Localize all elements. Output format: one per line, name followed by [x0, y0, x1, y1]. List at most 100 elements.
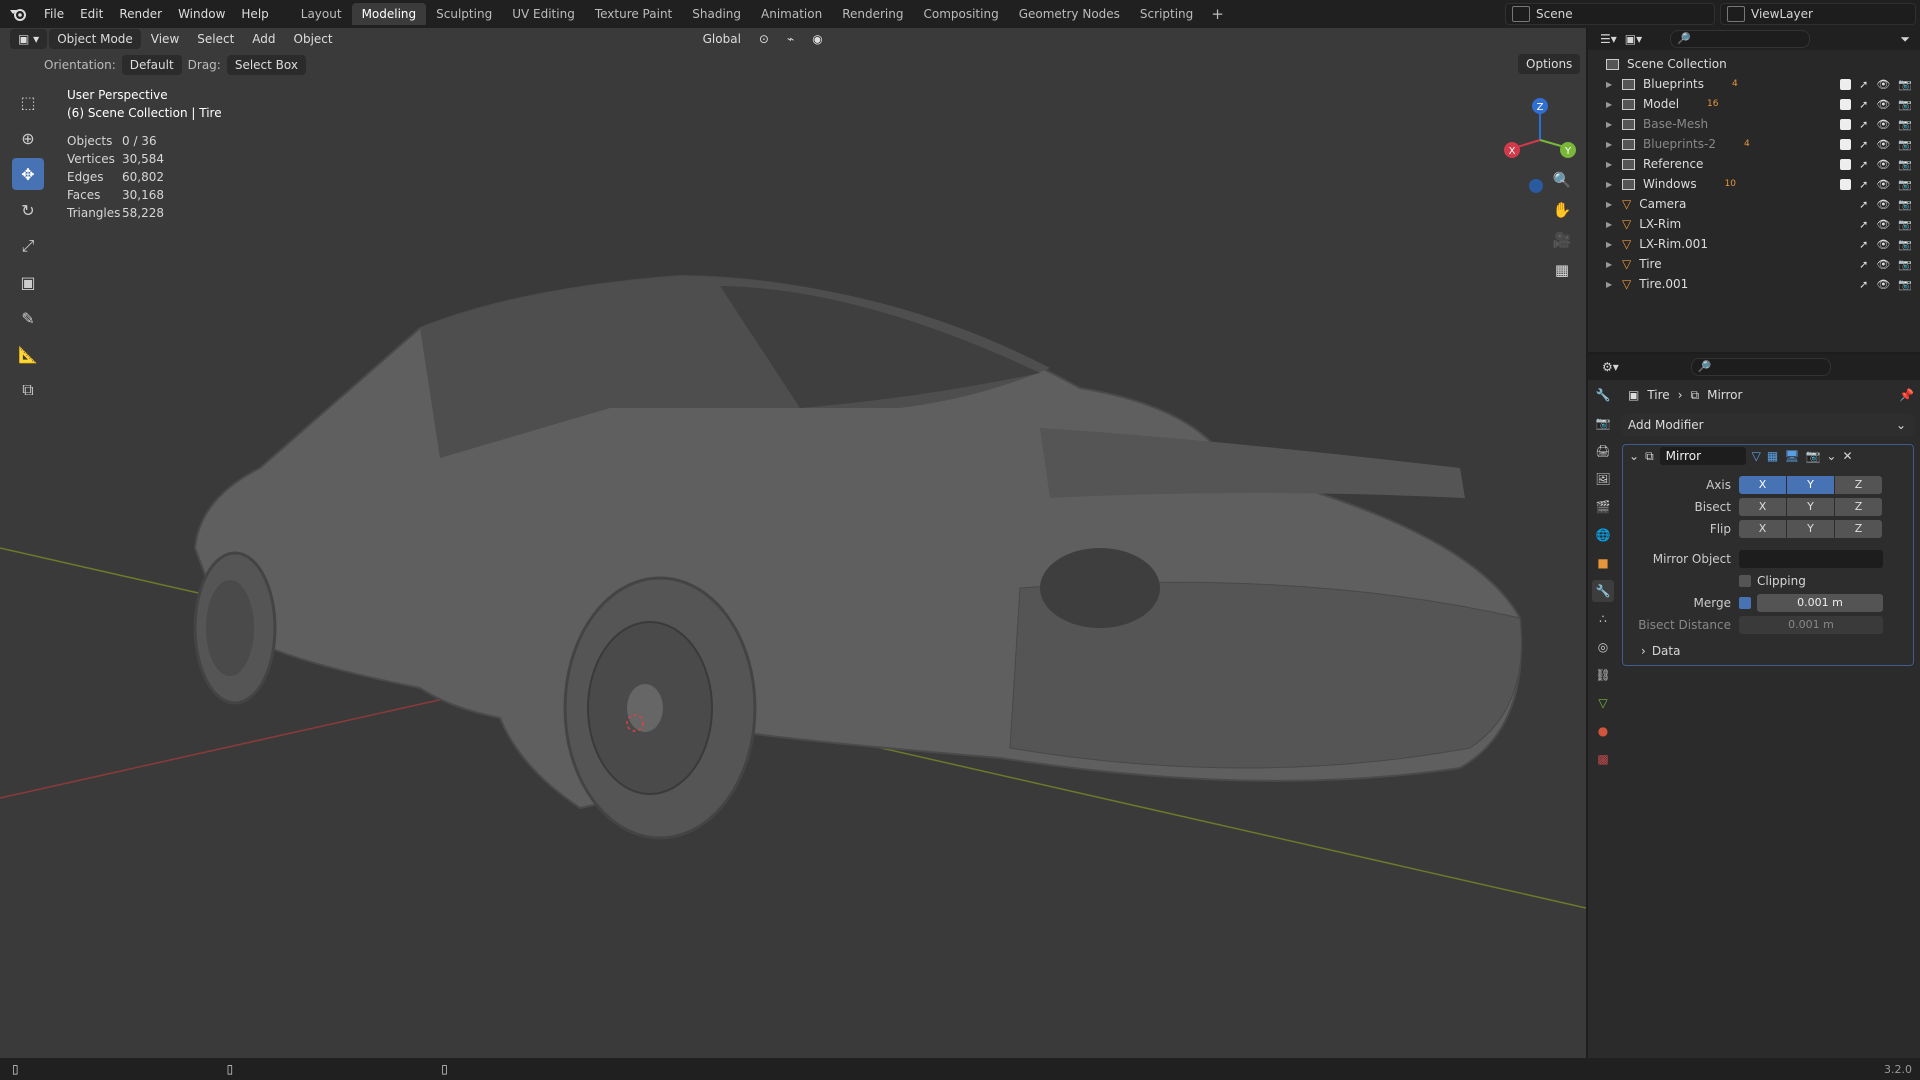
expand-arrow-icon[interactable]: ▶ — [1606, 240, 1616, 249]
blender-logo-icon[interactable] — [0, 0, 36, 28]
render-camera-icon[interactable]: 📷 — [1898, 278, 1912, 291]
tab-compositing[interactable]: Compositing — [913, 3, 1008, 25]
visibility-eye-icon[interactable]: 👁 — [1876, 178, 1890, 191]
menu-edit[interactable]: Edit — [72, 0, 111, 28]
outliner-row-tire[interactable]: ▶ ▽ Tire ➚ 👁 📷 — [1606, 254, 1920, 274]
viewport-toggle-icon[interactable]: 🖥 — [1784, 449, 1799, 463]
select-arrow-icon[interactable]: ➚ — [1859, 238, 1868, 251]
merge-checkbox[interactable] — [1739, 597, 1751, 609]
render-camera-icon[interactable]: 📷 — [1898, 218, 1912, 231]
gizmo-z-label[interactable]: Z — [1537, 102, 1544, 113]
drag-dropdown[interactable]: Select Box — [226, 55, 306, 75]
3d-viewport[interactable]: ▣ ▾ Object Mode View Select Add Object G… — [0, 28, 1586, 1058]
outliner-row-lx-rim[interactable]: ▶ ▽ LX-Rim ➚ 👁 📷 — [1606, 214, 1920, 234]
mirror-object-field[interactable] — [1739, 550, 1883, 568]
object-tab-icon[interactable]: ■ — [1592, 552, 1614, 574]
render-camera-icon[interactable]: 📷 — [1898, 118, 1912, 131]
material-tab-icon[interactable]: ● — [1592, 720, 1614, 742]
data-subpanel[interactable]: › Data — [1623, 641, 1915, 661]
tab-uv-editing[interactable]: UV Editing — [502, 3, 585, 25]
outliner-row-lx-rim-001[interactable]: ▶ ▽ LX-Rim.001 ➚ 👁 📷 — [1606, 234, 1920, 254]
exclude-checkbox[interactable] — [1840, 178, 1852, 190]
transform-orientation-dropdown[interactable]: Global — [695, 29, 749, 49]
outliner-row-base-mesh[interactable]: ▶ Base-Mesh ➚ 👁 📷 — [1606, 114, 1920, 134]
exclude-checkbox[interactable] — [1840, 158, 1852, 170]
output-tab-icon[interactable]: 🖨 — [1592, 440, 1614, 462]
filter-icon[interactable]: ⏷ — [1900, 32, 1910, 47]
rotate-tool-icon[interactable]: ↻ — [12, 194, 44, 226]
expand-arrow-icon[interactable]: ▶ — [1606, 260, 1616, 269]
select-menu[interactable]: Select — [189, 29, 242, 49]
constraints-tab-icon[interactable]: ⛓ — [1592, 664, 1614, 686]
axis-y-toggle[interactable]: Y — [1787, 476, 1834, 494]
tab-sculpting[interactable]: Sculpting — [426, 3, 502, 25]
tab-modeling[interactable]: Modeling — [351, 3, 427, 25]
gizmo-y-label[interactable]: Y — [1564, 146, 1572, 157]
expand-arrow-icon[interactable]: ▶ — [1606, 220, 1616, 229]
exclude-checkbox[interactable] — [1840, 138, 1852, 150]
perspective-toggle-icon[interactable]: ▦ — [1548, 258, 1576, 282]
texture-tab-icon[interactable]: ▩ — [1592, 748, 1614, 770]
flip-y-toggle[interactable]: Y — [1787, 520, 1834, 538]
outliner-search-input[interactable]: 🔎 — [1670, 30, 1811, 48]
expand-arrow-icon[interactable]: ▶ — [1606, 80, 1616, 89]
add-modifier-dropdown[interactable]: Add Modifier ⌄ — [1622, 414, 1914, 436]
display-mode-icon[interactable]: ▣▾ — [1625, 32, 1642, 46]
expand-arrow-icon[interactable]: ▶ — [1606, 120, 1616, 129]
clipping-checkbox[interactable] — [1739, 575, 1751, 587]
orientation-dropdown[interactable]: Default — [121, 55, 182, 75]
visibility-eye-icon[interactable]: 👁 — [1876, 118, 1890, 131]
outliner-row-model[interactable]: ▶ Model 16 ➚ 👁 📷 — [1606, 94, 1920, 114]
outliner-row-reference[interactable]: ▶ Reference ➚ 👁 📷 — [1606, 154, 1920, 174]
physics-tab-icon[interactable]: ◎ — [1592, 636, 1614, 658]
view-layer-tab-icon[interactable]: 🖼 — [1592, 468, 1614, 490]
expand-arrow-icon[interactable]: ▶ — [1606, 180, 1616, 189]
visibility-eye-icon[interactable]: 👁 — [1876, 138, 1890, 151]
visibility-eye-icon[interactable]: 👁 — [1876, 78, 1890, 91]
options-dropdown[interactable]: Options — [1518, 54, 1581, 74]
add-workspace-button[interactable]: + — [1203, 5, 1232, 23]
select-arrow-icon[interactable]: ➚ — [1859, 118, 1868, 131]
snap-icon[interactable]: ⌁ — [779, 29, 802, 49]
scene-selector[interactable]: Scene — [1505, 3, 1715, 25]
render-camera-icon[interactable]: 📷 — [1898, 138, 1912, 151]
view-layer-selector[interactable]: ViewLayer — [1720, 3, 1916, 25]
mode-selector[interactable]: Object Mode — [49, 29, 141, 49]
collapse-chevron-icon[interactable]: ⌄ — [1629, 449, 1639, 463]
pivot-point-icon[interactable]: ⊙ — [751, 29, 777, 49]
axis-z-toggle[interactable]: Z — [1835, 476, 1882, 494]
outliner-row-camera[interactable]: ▶ ▽ Camera ➚ 👁 📷 — [1606, 194, 1920, 214]
expand-arrow-icon[interactable]: ▶ — [1606, 200, 1616, 209]
render-camera-icon[interactable]: 📷 — [1898, 198, 1912, 211]
expand-arrow-icon[interactable]: ▶ — [1606, 160, 1616, 169]
axis-x-toggle[interactable]: X — [1739, 476, 1786, 494]
world-tab-icon[interactable]: 🌐 — [1592, 524, 1614, 546]
render-camera-icon[interactable]: 📷 — [1898, 98, 1912, 111]
properties-search-input[interactable]: 🔎 — [1690, 358, 1831, 376]
editor-type-button[interactable]: ▣ ▾ — [10, 29, 48, 49]
select-arrow-icon[interactable]: ➚ — [1859, 98, 1868, 111]
outliner-row-blueprints[interactable]: ▶ Blueprints 4 ➚ 👁 📷 — [1606, 74, 1920, 94]
tab-texture-paint[interactable]: Texture Paint — [585, 3, 682, 25]
visibility-eye-icon[interactable]: 👁 — [1876, 278, 1890, 291]
object-menu[interactable]: Object — [286, 29, 341, 49]
scene-name[interactable]: Scene — [1536, 7, 1573, 21]
data-tab-icon[interactable]: ▽ — [1592, 692, 1614, 714]
menu-render[interactable]: Render — [111, 0, 170, 28]
tab-geometry-nodes[interactable]: Geometry Nodes — [1009, 3, 1130, 25]
render-camera-icon[interactable]: 📷 — [1898, 158, 1912, 171]
gizmo-x-label[interactable]: X — [1509, 146, 1516, 157]
scene-tab-icon[interactable]: 🎬 — [1592, 496, 1614, 518]
flip-z-toggle[interactable]: Z — [1835, 520, 1882, 538]
scale-tool-icon[interactable]: ⤢ — [12, 230, 44, 262]
bisect-y-toggle[interactable]: Y — [1787, 498, 1834, 516]
move-tool-icon[interactable]: ✥ — [12, 158, 44, 190]
render-tab-icon[interactable]: 📷 — [1592, 412, 1614, 434]
modifier-menu-icon[interactable]: ⌄ — [1826, 449, 1836, 463]
tab-scripting[interactable]: Scripting — [1130, 3, 1203, 25]
tool-tab-icon[interactable]: 🔧 — [1592, 384, 1614, 406]
cursor-tool-icon[interactable]: ⊕ — [12, 122, 44, 154]
menu-help[interactable]: Help — [233, 0, 276, 28]
tab-layout[interactable]: Layout — [291, 3, 352, 25]
modifier-tab-icon[interactable]: 🔧 — [1592, 580, 1614, 602]
